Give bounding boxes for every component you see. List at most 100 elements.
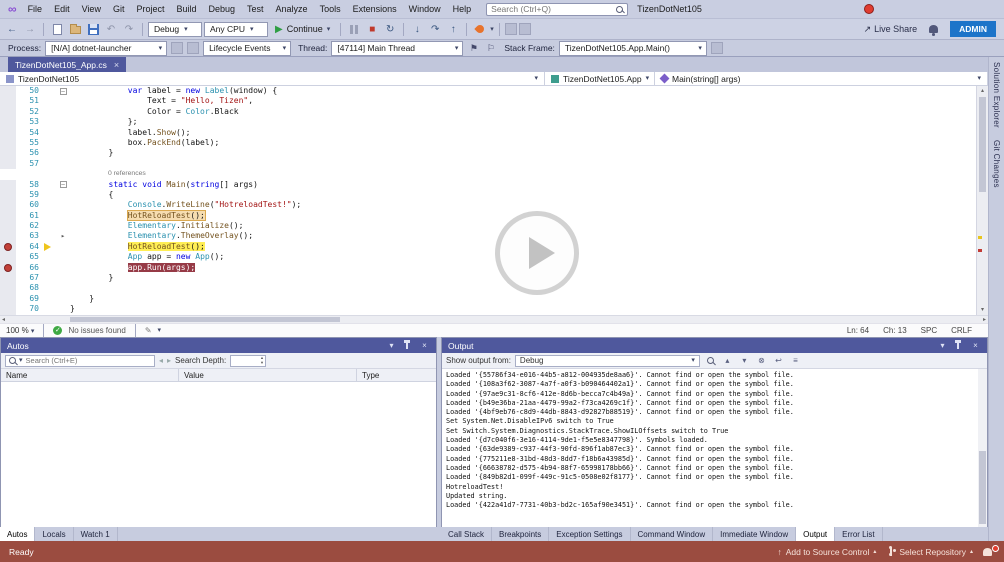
restart-icon[interactable]: ↻ — [382, 21, 398, 37]
menu-tools[interactable]: Tools — [314, 0, 347, 18]
next-message-icon[interactable]: ▾ — [738, 354, 751, 367]
scrollbar-thumb[interactable] — [979, 97, 986, 192]
issues-status[interactable]: No issues found — [68, 326, 125, 335]
select-repository-button[interactable]: Select Repository ▴ — [886, 546, 973, 557]
tab-breakpoints[interactable]: Breakpoints — [492, 527, 549, 541]
code-line-65[interactable]: 65 App app = new App(); — [0, 252, 976, 262]
notifications-bell-icon[interactable] — [929, 25, 938, 33]
process-next-icon[interactable] — [187, 42, 199, 54]
close-icon[interactable]: × — [114, 60, 119, 70]
save-icon[interactable] — [85, 21, 101, 37]
tab-exception-settings[interactable]: Exception Settings — [549, 527, 630, 541]
process-dropdown[interactable]: [N/A] dotnet-launcher ▾ — [45, 41, 167, 56]
thread-dropdown[interactable]: [47114] Main Thread ▾ — [331, 41, 463, 56]
live-share-button[interactable]: ↗ Live Share — [864, 24, 918, 35]
tab-command-window[interactable]: Command Window — [631, 527, 714, 541]
fold-collapse-icon[interactable]: – — [60, 88, 67, 95]
breakpoint-margin[interactable] — [0, 231, 16, 241]
find-in-files-icon[interactable] — [519, 23, 531, 35]
zoom-level-dropdown[interactable]: 100 % ▾ — [6, 326, 34, 335]
stepper-arrows-icon[interactable]: ▴▾ — [261, 356, 263, 365]
scroll-right-icon[interactable]: ▸ — [983, 316, 986, 323]
breakpoint-margin[interactable] — [0, 200, 16, 210]
scrollbar-thumb[interactable] — [979, 451, 986, 524]
tab-output[interactable]: Output — [796, 527, 835, 541]
notifications-button[interactable] — [983, 548, 995, 556]
breakpoint-icon[interactable] — [4, 243, 12, 251]
document-tab[interactable]: TizenDotNet105_App.cs × — [8, 57, 126, 72]
breakpoint-margin[interactable] — [0, 242, 16, 252]
code-line-59[interactable]: 59 { — [0, 190, 976, 200]
word-wrap-icon[interactable]: ↩ — [772, 354, 785, 367]
chevron-down-icon[interactable]: ▾ — [490, 26, 494, 33]
quick-search-input[interactable] — [491, 4, 613, 14]
breakpoint-margin[interactable] — [0, 211, 16, 221]
new-file-icon[interactable] — [49, 21, 65, 37]
line-indicator[interactable]: Ln: 64 — [847, 326, 869, 335]
redo-icon[interactable]: ↷ — [121, 21, 137, 37]
breakpoint-margin[interactable] — [0, 117, 16, 127]
code-line-63[interactable]: 63▸ Elementary.ThemeOverlay(); — [0, 231, 976, 241]
tab-locals[interactable]: Locals — [35, 527, 73, 541]
output-body[interactable]: Loaded '{55786f34-e016-44b5-a812-004935d… — [442, 369, 987, 527]
column-value[interactable]: Value — [179, 369, 357, 381]
close-icon[interactable]: × — [970, 341, 981, 350]
menu-project[interactable]: Project — [130, 0, 170, 18]
code-line-50[interactable]: 50– var label = new Label(window) { — [0, 86, 976, 96]
tab-watch-1[interactable]: Watch 1 — [74, 527, 118, 541]
step-over-icon[interactable]: ↷ — [427, 21, 443, 37]
code-line-55[interactable]: 55 box.PackEnd(label); — [0, 138, 976, 148]
unflag-threads-icon[interactable]: ⚐ — [484, 43, 497, 54]
code-line-60[interactable]: 60 Console.WriteLine("HotreloadTest!"); — [0, 200, 976, 210]
column-name[interactable]: Name — [1, 369, 179, 381]
menu-help[interactable]: Help — [447, 0, 478, 18]
autos-search-input[interactable] — [26, 356, 151, 365]
menu-file[interactable]: File — [22, 0, 49, 18]
column-indicator[interactable]: Ch: 13 — [883, 326, 907, 335]
type-dropdown[interactable]: TizenDotNet105.App ▾ — [545, 72, 655, 85]
window-position-icon[interactable]: ▾ — [386, 341, 397, 350]
output-panel-header[interactable]: Output ▾ × — [442, 338, 987, 353]
autos-panel-header[interactable]: Autos ▾ × — [1, 338, 436, 353]
step-into-icon[interactable]: ↓ — [409, 21, 425, 37]
code-line-58[interactable]: 58– static void Main(string[] args) — [0, 180, 976, 190]
breakpoint-margin[interactable] — [0, 138, 16, 148]
step-out-icon[interactable]: ↑ — [445, 21, 461, 37]
menu-analyze[interactable]: Analyze — [270, 0, 314, 18]
configuration-dropdown[interactable]: Debug ▾ — [148, 22, 202, 37]
breakpoint-margin[interactable] — [0, 283, 16, 293]
code-cleanup-icon[interactable]: ✎ — [145, 326, 152, 335]
lifecycle-events-dropdown[interactable]: Lifecycle Events ▾ — [203, 41, 291, 56]
menu-git[interactable]: Git — [107, 0, 131, 18]
fold-collapse-icon[interactable]: – — [60, 181, 67, 188]
code-line-51[interactable]: 51 Text = "Hello, Tizen", — [0, 96, 976, 106]
code-line-57[interactable]: 57 — [0, 159, 976, 169]
application-insights-icon[interactable] — [505, 23, 517, 35]
code-line-53[interactable]: 53 }; — [0, 117, 976, 127]
codelens-references[interactable]: 0 references — [0, 169, 146, 179]
menu-view[interactable]: View — [76, 0, 107, 18]
admin-account-button[interactable]: ADMIN — [950, 21, 996, 37]
member-dropdown[interactable]: Main(string[] args) ▾ — [655, 72, 988, 85]
autos-search-box[interactable]: ▾ — [5, 355, 155, 367]
tab-error-list[interactable]: Error List — [835, 527, 882, 541]
code-line-69[interactable]: 69 } — [0, 294, 976, 304]
undo-icon[interactable]: ↶ — [103, 21, 119, 37]
code-line-56[interactable]: 56 } — [0, 148, 976, 158]
breakpoint-margin[interactable] — [0, 304, 16, 314]
search-prev-icon[interactable]: ◂ — [159, 356, 163, 365]
code-line-67[interactable]: 67 } — [0, 273, 976, 283]
tab-call-stack[interactable]: Call Stack — [441, 527, 492, 541]
process-prev-icon[interactable] — [171, 42, 183, 54]
breakpoint-margin[interactable] — [0, 180, 16, 190]
breakpoint-margin[interactable] — [0, 273, 16, 283]
navigate-forward-icon[interactable]: → — [22, 21, 38, 37]
flag-threads-icon[interactable]: ⚑ — [467, 43, 480, 54]
window-position-icon[interactable]: ▾ — [937, 341, 948, 350]
output-scrollbar[interactable] — [978, 369, 987, 527]
breakpoint-margin[interactable] — [0, 190, 16, 200]
messages-list-icon[interactable]: ≡ — [789, 354, 802, 367]
health-check-icon[interactable]: ✓ — [53, 326, 62, 335]
continue-button[interactable]: ▶ Continue ▾ — [270, 24, 335, 35]
navigate-back-icon[interactable]: ← — [4, 21, 20, 37]
